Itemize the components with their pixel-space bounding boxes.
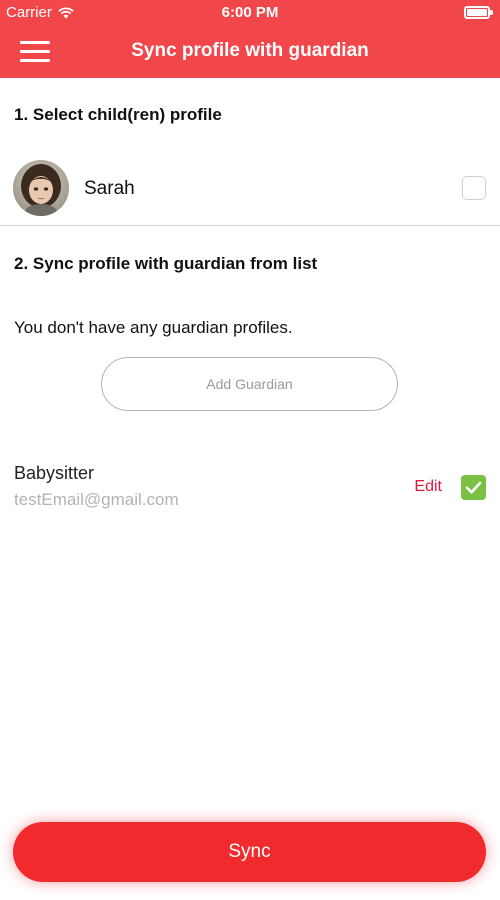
guardian-row-babysitter[interactable]: Babysitter testEmail@gmail.com Edit xyxy=(0,458,500,518)
guardian-name: Babysitter xyxy=(14,463,95,483)
status-time: 6:00 PM xyxy=(221,4,279,21)
section-divider xyxy=(0,225,500,226)
guardian-checkbox-checked[interactable] xyxy=(461,475,486,500)
hamburger-menu-icon[interactable] xyxy=(20,38,52,66)
menu-line xyxy=(20,50,50,53)
section-heading-sync-guardian: 2. Sync profile with guardian from list xyxy=(14,254,318,273)
guardian-email: testEmail@gmail.com xyxy=(14,490,179,509)
child-checkbox[interactable] xyxy=(462,176,486,200)
page-title: Sync profile with guardian xyxy=(131,40,369,61)
section-heading-select-child: 1. Select child(ren) profile xyxy=(14,105,222,124)
checkmark-icon xyxy=(465,481,482,494)
add-guardian-button[interactable]: Add Guardian xyxy=(101,357,398,411)
edit-guardian-link[interactable]: Edit xyxy=(414,478,442,496)
menu-line xyxy=(20,59,50,62)
child-row-sarah[interactable]: Sarah xyxy=(0,158,500,220)
sync-button[interactable]: Sync xyxy=(13,822,486,882)
battery-icon xyxy=(464,6,493,19)
nav-bar: Sync profile with guardian xyxy=(0,26,500,78)
status-bar: Carrier 6:00 PM xyxy=(0,0,500,26)
menu-line xyxy=(20,41,50,44)
empty-guardians-message: You don't have any guardian profiles. xyxy=(14,318,293,337)
child-avatar xyxy=(13,160,69,216)
child-name: Sarah xyxy=(84,178,135,199)
